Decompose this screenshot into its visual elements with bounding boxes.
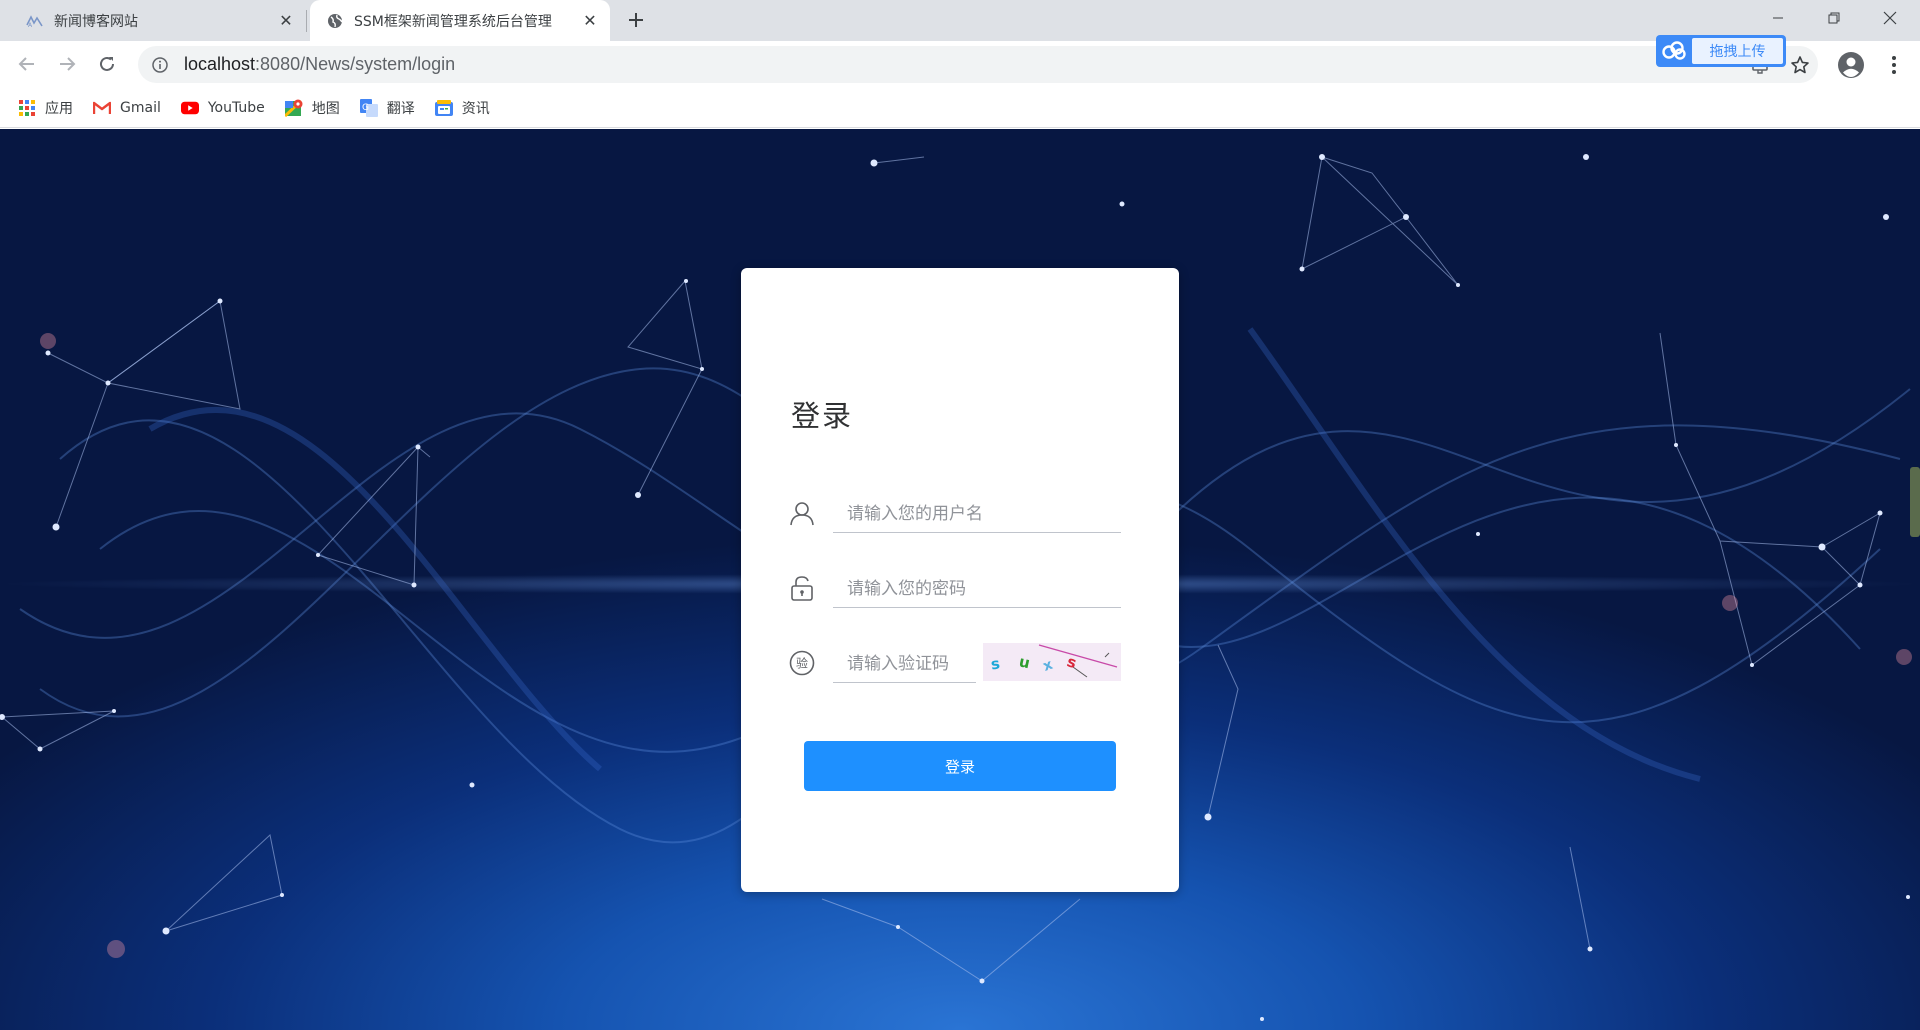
close-icon[interactable]: ✕ [578, 9, 602, 33]
new-tab-button[interactable] [622, 6, 650, 34]
login-card: 登录 验 s [741, 268, 1179, 892]
bookmark-youtube[interactable]: YouTube [180, 99, 265, 117]
bookmark-gmail[interactable]: Gmail [93, 99, 161, 117]
gmail-icon [93, 99, 111, 117]
tab-separator [306, 10, 307, 32]
unlock-icon [791, 576, 813, 601]
tab-title: SSM框架新闻管理系统后台管理 [354, 13, 552, 30]
account-circle-icon [1838, 52, 1864, 78]
plus-icon [629, 13, 643, 27]
back-button[interactable] [12, 49, 42, 79]
bookmark-label: YouTube [207, 99, 265, 116]
drag-upload-label: 拖拽上传 [1692, 38, 1783, 64]
url-text: localhost:8080/News/system/login [184, 54, 455, 75]
close-window-button[interactable] [1862, 0, 1918, 36]
browser-toolbar: localhost:8080/News/system/login [0, 41, 1920, 88]
tab-ssm-admin[interactable]: SSM框架新闻管理系统后台管理 ✕ [310, 0, 610, 41]
info-icon[interactable] [150, 55, 170, 75]
user-icon [790, 502, 814, 526]
username-field [789, 496, 1129, 533]
profile-button[interactable] [1836, 50, 1866, 80]
url-host: localhost [184, 54, 256, 74]
url-path: :8080/News/system/login [255, 54, 456, 74]
close-icon [1883, 11, 1897, 25]
apps-grid-icon [18, 99, 36, 117]
translate-icon: G [359, 98, 378, 117]
reload-icon [100, 56, 114, 71]
minimize-icon [1773, 17, 1783, 19]
password-field [789, 571, 1129, 608]
reload-button[interactable] [92, 49, 122, 79]
login-button[interactable]: 登录 [804, 741, 1116, 791]
verify-code-icon-char: 验 [796, 656, 808, 671]
login-page-background: 登录 验 s [0, 129, 1920, 1030]
password-input[interactable] [833, 571, 1121, 608]
svg-text:G: G [362, 103, 369, 113]
cloud-icon [1656, 35, 1692, 67]
captcha-image[interactable]: s u x s [983, 643, 1121, 681]
more-vertical-icon [1892, 56, 1896, 74]
bookmark-apps[interactable]: 应用 [18, 98, 73, 118]
bookmark-label: 应用 [45, 100, 73, 117]
bookmark-news[interactable]: 资讯 [434, 98, 490, 118]
bookmark-star-button[interactable] [1788, 53, 1812, 77]
minimize-button[interactable] [1750, 0, 1806, 36]
arrow-right-icon [60, 57, 76, 71]
restore-button[interactable] [1806, 0, 1862, 36]
username-input[interactable] [833, 496, 1121, 533]
drag-upload-extension[interactable]: 拖拽上传 [1656, 35, 1786, 67]
captcha-char: u [1017, 652, 1031, 672]
captcha-char: x [1041, 657, 1055, 675]
maps-icon [284, 99, 303, 117]
verify-code-icon: 验 [789, 650, 815, 676]
address-bar[interactable]: localhost:8080/News/system/login [138, 46, 1818, 83]
tab-news-blog[interactable]: A 新闻博客网站 ✕ [8, 0, 306, 41]
tab-strip: A 新闻博客网站 ✕ SSM框架新闻管理系统后台管理 ✕ [0, 0, 1920, 41]
bookmark-translate[interactable]: G 翻译 [359, 98, 415, 118]
bookmark-label: 翻译 [386, 100, 415, 117]
svg-text:A: A [28, 22, 33, 28]
globe-icon [326, 12, 344, 30]
restore-icon [1828, 12, 1840, 24]
captcha-char: s [990, 654, 1001, 673]
side-scroll-indicator [1910, 467, 1920, 537]
bookmark-label: Gmail [120, 99, 161, 116]
star-icon [1791, 56, 1809, 74]
bookmark-label: 资讯 [461, 100, 490, 117]
browser-menu-button[interactable] [1880, 50, 1908, 80]
news-icon [434, 99, 453, 117]
news-site-icon: A [26, 12, 44, 30]
forward-button[interactable] [52, 49, 82, 79]
arrow-left-icon [18, 57, 34, 71]
bookmark-maps[interactable]: 地图 [284, 98, 340, 118]
bookmark-label: 地图 [311, 100, 340, 117]
captcha-input[interactable] [833, 646, 976, 683]
bookmarks-bar: 应用 Gmail YouTube 地图 G 翻译 资讯 [0, 88, 1920, 128]
youtube-icon [180, 99, 199, 117]
tab-title: 新闻博客网站 [54, 13, 138, 30]
login-title: 登录 [791, 399, 854, 433]
close-icon[interactable]: ✕ [274, 9, 298, 33]
